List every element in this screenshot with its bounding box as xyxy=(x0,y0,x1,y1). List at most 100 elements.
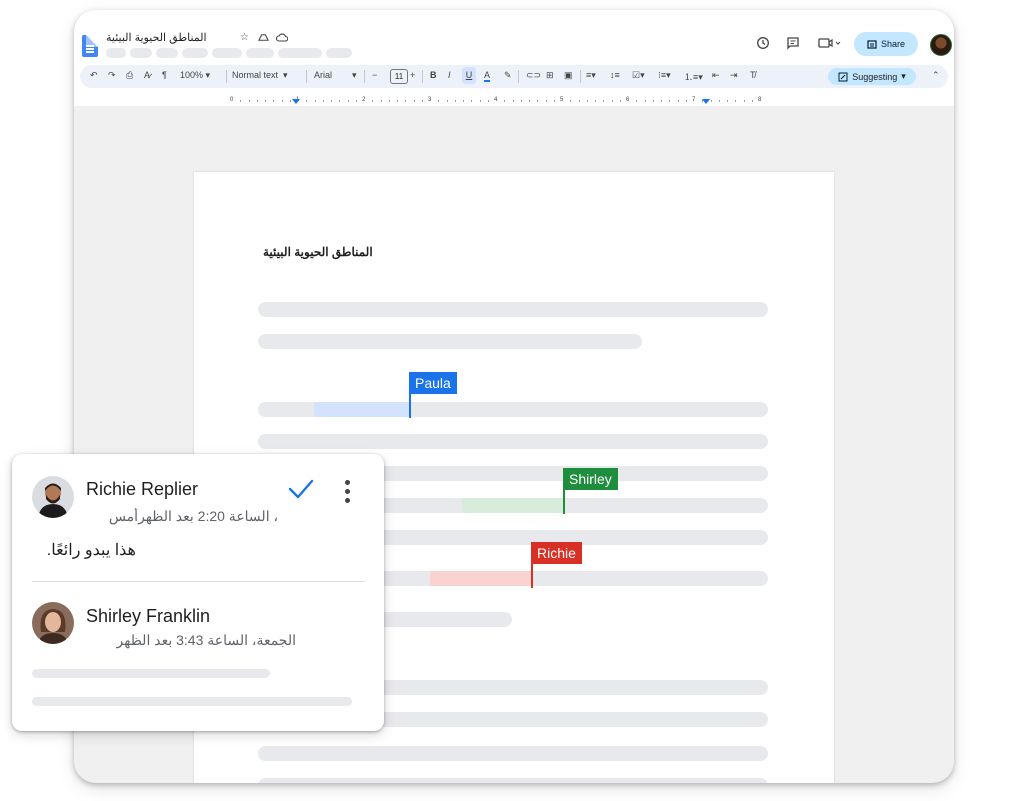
bulleted-list-icon[interactable]: ⁝≡▾ xyxy=(658,70,671,81)
ruler-number: 4 xyxy=(494,97,498,103)
ruler-tick xyxy=(265,100,266,102)
insert-image-icon[interactable]: ▣ xyxy=(564,70,573,81)
bold-icon[interactable]: B xyxy=(430,70,437,80)
ruler-tick xyxy=(669,100,671,102)
menu-view[interactable] xyxy=(156,48,178,58)
ruler-tick xyxy=(306,100,308,102)
ruler-tick xyxy=(454,100,456,102)
numbered-list-icon[interactable]: ⒈≡▾ xyxy=(684,70,703,83)
decrease-indent-icon[interactable]: ⇤ xyxy=(712,70,720,81)
zoom-select[interactable]: 100% ▾ xyxy=(180,70,210,81)
reply-placeholder-line xyxy=(32,697,352,706)
ruler-tick xyxy=(619,100,621,102)
add-comment-icon[interactable]: ⊞ xyxy=(546,70,554,81)
ruler-tick xyxy=(463,100,464,102)
menu-file[interactable] xyxy=(106,48,126,58)
more-options-icon[interactable] xyxy=(345,480,351,507)
video-call-icon[interactable] xyxy=(818,36,842,53)
ruler-tick xyxy=(710,100,712,102)
menu-tools[interactable] xyxy=(246,48,274,58)
text-line-placeholder xyxy=(258,334,642,349)
ruler-tick xyxy=(751,100,753,102)
suggesting-mode-button[interactable]: Suggesting ▾ xyxy=(828,68,916,85)
star-icon[interactable]: ☆ xyxy=(240,32,249,43)
ruler-tick xyxy=(603,100,605,102)
ruler-tick xyxy=(661,100,662,102)
zoom-value: 100% xyxy=(180,70,204,80)
ruler-tick xyxy=(438,100,440,102)
history-icon[interactable] xyxy=(756,36,770,53)
line-spacing-icon[interactable]: ↕≡ xyxy=(610,70,620,80)
font-select[interactable]: Arial xyxy=(314,70,332,80)
richie-cursor-flag: Richie xyxy=(531,542,582,564)
shirley-avatar xyxy=(32,602,74,644)
menu-edit[interactable] xyxy=(130,48,152,58)
ruler-tick xyxy=(636,100,638,102)
comments-icon[interactable] xyxy=(786,36,800,53)
resolve-check-icon[interactable] xyxy=(288,478,314,500)
ruler[interactable]: 012345678 xyxy=(230,97,792,106)
comment-divider xyxy=(32,581,365,582)
ruler-number: 3 xyxy=(428,97,432,103)
menu-help[interactable] xyxy=(326,48,352,58)
docs-header: المناطق الحيوية البيئية ☆ Share ↶ ↷ ⎙ A̷… xyxy=(74,10,954,106)
left-indent-marker[interactable] xyxy=(292,99,300,104)
underline-icon[interactable]: U xyxy=(462,67,476,84)
undo-icon[interactable]: ↶ xyxy=(90,70,98,81)
ruler-tick xyxy=(355,100,357,102)
ruler-number: 0 xyxy=(230,97,234,103)
ruler-tick xyxy=(727,100,728,102)
share-icon xyxy=(867,40,877,49)
redo-icon[interactable]: ↷ xyxy=(108,70,116,81)
suggesting-label: Suggesting xyxy=(852,71,898,82)
ruler-tick xyxy=(372,100,374,102)
menu-insert[interactable] xyxy=(182,48,208,58)
ruler-tick xyxy=(421,100,423,102)
decrease-font-icon[interactable]: − xyxy=(372,70,377,80)
ruler-number: 7 xyxy=(692,97,696,103)
ruler-tick xyxy=(504,100,506,102)
ruler-tick xyxy=(388,100,390,102)
ruler-tick xyxy=(331,100,332,102)
ruler-tick xyxy=(685,100,687,102)
cloud-saved-icon[interactable] xyxy=(275,32,289,45)
menu-format[interactable] xyxy=(212,48,242,58)
ruler-tick xyxy=(240,100,242,102)
font-chevron-icon[interactable]: ▾ xyxy=(352,70,357,81)
share-button[interactable]: Share xyxy=(854,32,918,56)
docs-logo-icon[interactable] xyxy=(82,35,98,57)
paint-format-icon[interactable]: ¶ xyxy=(162,70,167,80)
highlight-icon[interactable]: ✎ xyxy=(504,70,512,81)
link-icon[interactable]: ⊂⊃ xyxy=(526,70,541,81)
right-indent-marker[interactable] xyxy=(702,99,710,104)
print-icon[interactable]: ⎙ xyxy=(126,70,133,81)
text-color-icon[interactable]: A xyxy=(484,70,491,82)
document-heading[interactable]: المناطق الحيوية البيئية xyxy=(263,245,373,259)
formatting-toolbar: ↶ ↷ ⎙ A̷ ¶ 100% ▾ Normal text ▾ Arial ▾ … xyxy=(80,65,948,88)
ruler-tick xyxy=(314,100,316,102)
italic-icon[interactable]: I xyxy=(448,70,451,80)
text-line-placeholder xyxy=(258,746,768,761)
style-value: Normal text xyxy=(232,70,279,80)
font-size-input[interactable]: 11 xyxy=(390,69,408,84)
align-icon[interactable]: ≡▾ xyxy=(586,70,596,81)
style-select[interactable]: Normal text ▾ xyxy=(232,70,288,81)
checklist-icon[interactable]: ☑▾ xyxy=(632,70,645,81)
ruler-tick xyxy=(289,100,291,102)
ruler-tick xyxy=(256,100,258,102)
comment-author: Richie Replier xyxy=(86,479,199,499)
increase-indent-icon[interactable]: ⇥ xyxy=(730,70,738,81)
comment-thread-card[interactable]: Richie Replier ، الساعة 2:20 بعد الظهرأم… xyxy=(12,454,384,731)
ruler-tick xyxy=(397,100,398,102)
account-avatar[interactable] xyxy=(930,34,952,56)
suggest-edit-icon xyxy=(838,72,848,81)
collapse-toolbar-icon[interactable]: ⌃ xyxy=(932,70,940,81)
document-title[interactable]: المناطق الحيوية البيئية xyxy=(106,31,207,44)
ruler-tick xyxy=(735,100,737,102)
spellcheck-icon[interactable]: A̷ xyxy=(144,70,150,80)
clear-formatting-icon[interactable]: T̸ xyxy=(750,70,756,80)
drive-move-icon[interactable] xyxy=(258,32,269,46)
ruler-tick xyxy=(380,100,382,102)
menu-extensions[interactable] xyxy=(278,48,322,58)
increase-font-icon[interactable]: + xyxy=(410,70,415,80)
